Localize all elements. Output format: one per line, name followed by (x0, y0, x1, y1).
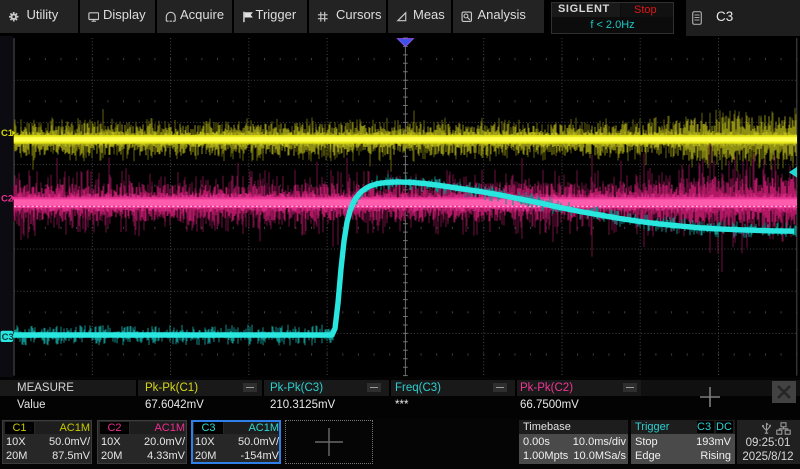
svg-text:C3: C3 (2, 332, 14, 343)
svg-text:C2: C2 (1, 194, 13, 205)
svg-text:C1: C1 (1, 128, 14, 139)
